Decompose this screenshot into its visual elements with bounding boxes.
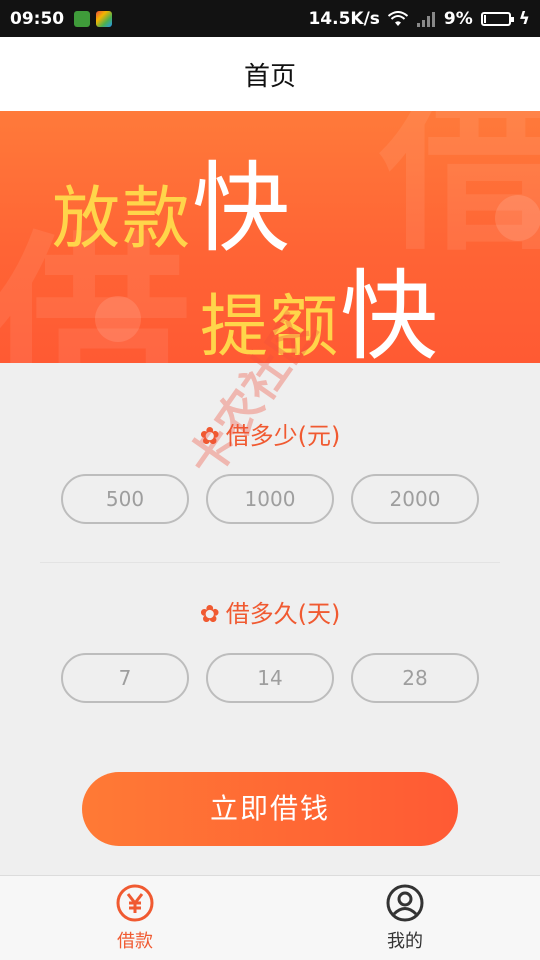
battery-icon: [480, 11, 514, 26]
tab-loan-label: 借款: [117, 931, 153, 952]
bottom-tab-bar: 借款 我的: [0, 875, 540, 960]
battery-percent: 9%: [443, 8, 473, 29]
amount-option-2000[interactable]: 2000: [351, 474, 479, 524]
network-speed: 14.5K/s: [308, 8, 380, 29]
amount-option-1000[interactable]: 1000: [206, 474, 334, 524]
banner-line-2: 提额快: [200, 237, 438, 363]
banner-flower-decor: [495, 195, 540, 241]
amount-section-title: ✿ 借多少(元): [0, 416, 540, 451]
title-bar: 首页: [0, 37, 540, 111]
status-bar: 09:50 14.5K/s 9% ϟ: [0, 0, 540, 37]
notification-app-icon: [74, 10, 91, 27]
flower-icon: ✿: [199, 422, 220, 450]
duration-option-7[interactable]: 7: [61, 653, 189, 703]
wifi-icon: [387, 10, 408, 26]
charging-icon: ϟ: [518, 8, 530, 29]
signal-icon: [416, 11, 435, 27]
borrow-now-button[interactable]: 立即借钱: [82, 772, 458, 846]
banner-line2-soft: 提额: [200, 288, 341, 363]
banner-line1-soft: 放款: [52, 180, 193, 259]
banner-flower-decor-2: [95, 296, 141, 342]
tab-mine-label: 我的: [387, 931, 423, 952]
notification-app-icon-2: [96, 10, 113, 27]
duration-section-title: ✿ 借多久(天): [0, 594, 540, 629]
page-title: 首页: [243, 61, 296, 92]
user-circle-icon: [386, 884, 424, 922]
status-time: 09:50: [10, 8, 65, 29]
status-right: 14.5K/s 9% ϟ: [308, 9, 530, 29]
duration-option-14[interactable]: 14: [206, 653, 334, 703]
flower-icon: ✿: [199, 600, 220, 628]
amount-option-500[interactable]: 500: [61, 474, 189, 524]
amount-title-text: 借多少(元): [225, 422, 341, 450]
duration-title-text: 借多久(天): [225, 600, 341, 628]
banner-line2-hard: 快: [340, 260, 439, 363]
promo-banner[interactable]: 借 借 放款快 提额快: [0, 111, 540, 363]
duration-option-28[interactable]: 28: [351, 653, 479, 703]
yen-circle-icon: [116, 884, 154, 922]
section-divider: [40, 562, 500, 563]
tab-loan[interactable]: 借款: [0, 876, 270, 960]
tab-mine[interactable]: 我的: [270, 876, 540, 960]
